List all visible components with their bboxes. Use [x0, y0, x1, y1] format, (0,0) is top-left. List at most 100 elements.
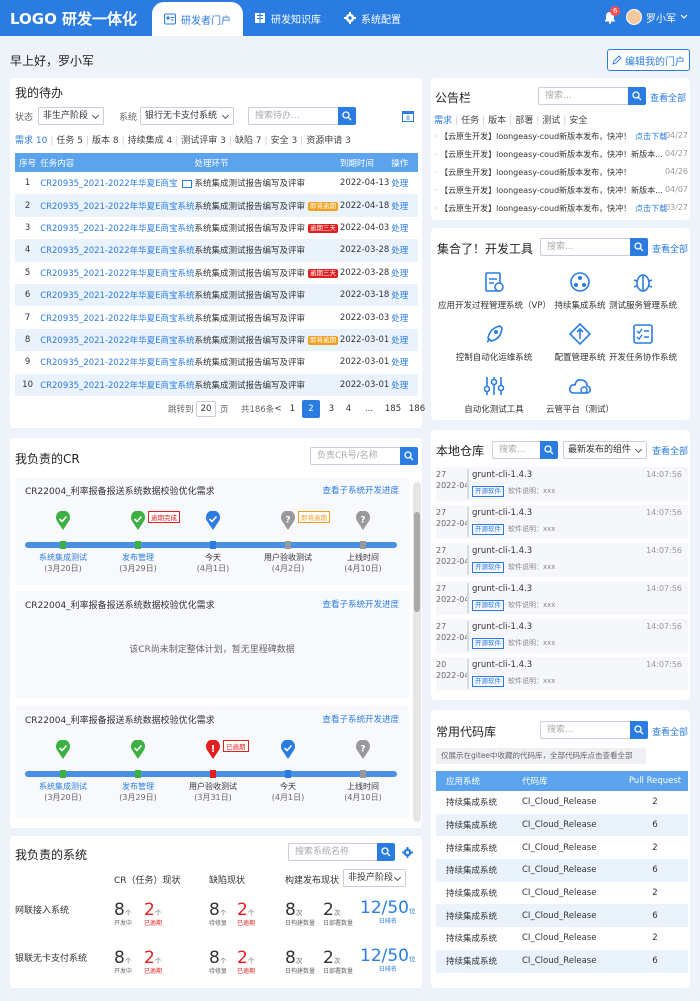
repo-name[interactable]: grunt-cli-1.4.3 [472, 508, 532, 518]
tools-search-button[interactable] [630, 238, 648, 256]
system-select[interactable]: 银行无卡支付系统 [140, 107, 234, 125]
cr-search-button[interactable] [400, 447, 418, 465]
repo-search-button[interactable] [540, 441, 558, 459]
todo-tab[interactable]: 缺陷 7 [235, 136, 262, 146]
cr-progress-link[interactable]: 查看子系统开发进度 [322, 598, 399, 610]
table-row[interactable]: 持续集成系统 CI_Cloud_Release 6 [436, 813, 688, 837]
table-row[interactable]: 持续集成系统 CI_Cloud_Release 2 [436, 882, 688, 905]
table-row[interactable]: 持续集成系统 CI_Cloud_Release 6 [436, 904, 688, 928]
notice-tab[interactable]: 安全 [569, 116, 587, 126]
task-link[interactable]: CR20935_2021-2022年华夏E商宝系统 [40, 291, 194, 301]
code-search-input[interactable]: 搜索... [540, 721, 631, 739]
process-link[interactable]: 处理 [391, 194, 418, 217]
system-name[interactable]: 银联无卡支付系统 [15, 951, 87, 964]
task-link[interactable]: CR20935_2021-2022年华夏E商宝系统 [40, 246, 194, 256]
task-link[interactable]: CR20935_2021-2022年华夏E商宝系统 [40, 202, 194, 212]
notice-view-all[interactable]: 查看全部 [650, 91, 686, 104]
table-row[interactable]: 持续集成系统 CI_Cloud_Release 2 [436, 836, 688, 859]
code-repo[interactable]: CI_Cloud_Release [522, 859, 622, 882]
repo-item[interactable]: 20 2022-04 grunt-cli-1.4.3 开源软件 软件说明：xxx 14:0… [436, 657, 688, 691]
repo-name[interactable]: grunt-cli-1.4.3 [472, 546, 532, 556]
code-repo[interactable]: CI_Cloud_Release [522, 836, 622, 859]
systems-search-button[interactable] [377, 843, 395, 861]
notice-text[interactable]: 【云原生开发】loongeasy-coud新版本发布，快冲！ [440, 168, 631, 177]
process-link[interactable]: 处理 [391, 328, 418, 352]
systems-search-input[interactable]: 搜索系统名称 [288, 843, 379, 861]
page-item[interactable]: 4 [341, 400, 356, 418]
chevron-down-icon[interactable] [680, 14, 688, 20]
todo-tab[interactable]: 需求 10 [15, 136, 47, 146]
calendar-icon[interactable]: 8 [402, 110, 414, 122]
notice-search-input[interactable]: 搜索... [538, 87, 629, 105]
pull-request-count[interactable]: 2 [622, 882, 688, 905]
repo-view-all[interactable]: 查看全部 [652, 444, 688, 457]
notice-tab[interactable]: 测试 [542, 116, 560, 126]
notice-item[interactable]: · 【云原生开发】loongeasy-coud新版本发布，快冲！新版本... 04… [435, 149, 690, 160]
tool-item[interactable]: 测试服务管理系统 [596, 270, 690, 311]
notice-search-button[interactable] [628, 87, 646, 105]
notice-tab[interactable]: 任务 [461, 116, 479, 126]
nav-developer-portal[interactable]: 研发者门户 [152, 2, 243, 36]
table-row[interactable]: 持续集成系统 CI_Cloud_Release 6 [436, 949, 688, 973]
task-link[interactable]: CR20935_2021-2022年华夏E商宝系统 [40, 381, 194, 391]
nav-knowledge-base[interactable]: 研发知识库 [242, 0, 333, 36]
tools-view-all[interactable]: 查看全部 [652, 242, 688, 255]
cr-search-input[interactable]: 负责CR号/名称 [310, 447, 401, 465]
todo-search-button[interactable] [338, 107, 356, 125]
repo-item[interactable]: 27 2022-04 grunt-cli-1.4.3 开源软件 软件说明：xxx 14:0… [436, 619, 688, 653]
code-search-button[interactable] [630, 721, 648, 739]
repo-item[interactable]: 27 2022-04 grunt-cli-1.4.3 开源软件 软件说明：xxx 14:0… [436, 543, 688, 577]
scrollbar-thumb[interactable] [414, 512, 420, 612]
page-item[interactable]: 2 [302, 400, 320, 418]
tool-item[interactable]: 云管平台（测试） [525, 374, 635, 415]
repo-name[interactable]: grunt-cli-1.4.3 [472, 584, 532, 594]
cr-scrollbar[interactable] [413, 482, 421, 822]
page-item[interactable]: 3 [324, 400, 339, 418]
page-item[interactable]: 185 [382, 400, 404, 418]
pull-request-count[interactable]: 2 [622, 927, 688, 950]
page-item[interactable]: ... [358, 400, 380, 418]
app-logo[interactable]: LOGO 研发一体化 [10, 8, 137, 29]
pull-request-count[interactable]: 6 [622, 859, 688, 882]
process-link[interactable]: 处理 [391, 217, 418, 239]
todo-tab[interactable]: 任务 5 [56, 136, 83, 146]
status-select[interactable]: 非生产阶段 [38, 107, 104, 125]
notice-tab[interactable]: 部署 [515, 116, 533, 126]
system-name[interactable]: 网联接入系统 [15, 903, 69, 916]
repo-filter-select[interactable]: 最新发布的组件 [563, 441, 647, 459]
notice-text[interactable]: 【云原生开发】loongeasy-coud新版本发布，快冲！新版本... [440, 150, 663, 159]
repo-name[interactable]: grunt-cli-1.4.3 [472, 660, 532, 670]
avatar[interactable] [626, 9, 642, 25]
task-link[interactable]: CR20935_2021-2022年华夏E商宝系统 [40, 358, 194, 368]
code-repo[interactable]: CI_Cloud_Release [522, 949, 622, 973]
process-link[interactable]: 处理 [391, 306, 418, 328]
repo-search-input[interactable]: 搜索... [492, 441, 542, 459]
todo-tab[interactable]: 资源申请 3 [306, 136, 351, 146]
notice-text[interactable]: 【云原生开发】loongeasy-coud新版本发布，快冲！ [440, 204, 631, 213]
gear-icon[interactable] [402, 847, 413, 858]
pull-request-count[interactable]: 2 [622, 836, 688, 859]
notice-text[interactable]: 【云原生开发】loongeasy-coud新版本发布，快冲！ [440, 132, 631, 141]
edit-portal-button[interactable]: 编辑我的门户 [607, 49, 690, 71]
page-item[interactable]: 1 [285, 400, 300, 418]
pull-request-count[interactable]: 2 [622, 791, 688, 814]
todo-tab[interactable]: 测试评审 3 [181, 136, 226, 146]
task-link[interactable]: CR20935_2021-2022年华夏E商宝 [40, 179, 177, 189]
code-repo[interactable]: CI_Cloud_Release [522, 791, 622, 814]
tool-item[interactable]: 开发任务协作系统 [596, 322, 690, 363]
pull-request-count[interactable]: 6 [622, 813, 688, 837]
table-row[interactable]: 持续集成系统 CI_Cloud_Release 2 [436, 927, 688, 950]
repo-item[interactable]: 27 2022-04 grunt-cli-1.4.3 开源软件 软件说明：xxx 14:0… [436, 505, 688, 539]
process-link[interactable]: 处理 [391, 373, 418, 396]
build-stage-select[interactable]: 非投产阶段 [343, 869, 406, 887]
process-link[interactable]: 处理 [391, 351, 418, 373]
notice-text[interactable]: 【云原生开发】loongeasy-coud新版本发布，快冲！新版本... [440, 186, 663, 195]
task-link[interactable]: CR20935_2021-2022年华夏E商宝系统 [40, 336, 194, 346]
table-row[interactable]: 持续集成系统 CI_Cloud_Release 2 [436, 791, 688, 814]
task-link[interactable]: CR20935_2021-2022年华夏E商宝系统 [40, 224, 194, 234]
notice-item[interactable]: · 【云原生开发】loongeasy-coud新版本发布，快冲！ 04/26 [435, 167, 690, 178]
process-link[interactable]: 处理 [391, 262, 418, 284]
page-item[interactable]: < [273, 400, 283, 418]
code-repo[interactable]: CI_Cloud_Release [522, 927, 622, 950]
process-link[interactable]: 处理 [391, 283, 418, 307]
